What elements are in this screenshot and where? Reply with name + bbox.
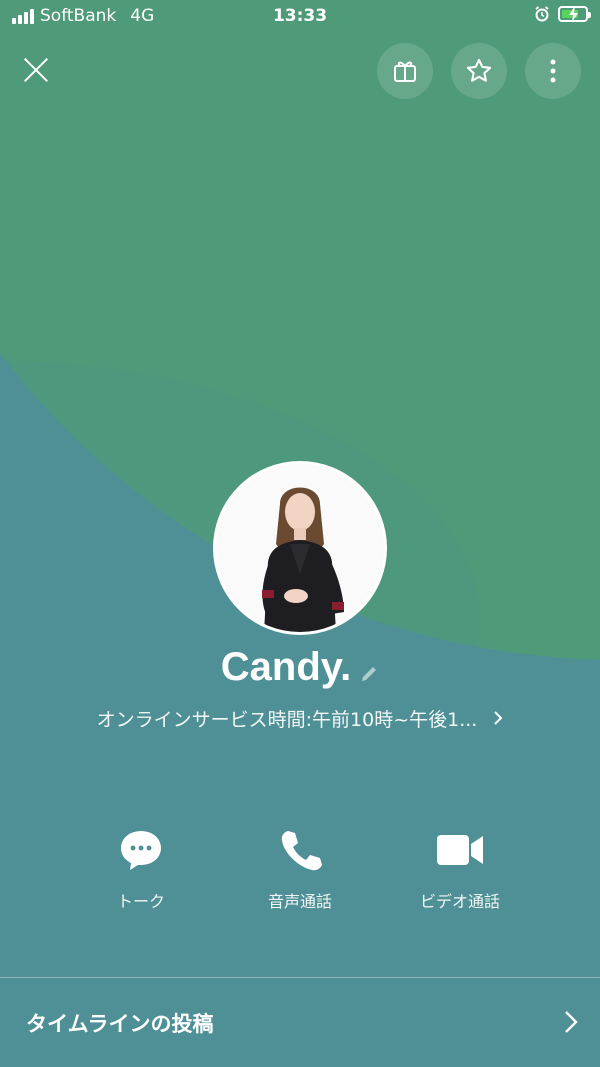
timeline-posts-row[interactable]: タイムラインの投稿 (0, 978, 600, 1067)
chevron-right-icon (564, 1010, 578, 1038)
profile-name: Candy. (220, 645, 352, 689)
video-call-label: ビデオ通話 (419, 892, 500, 911)
video-camera-icon (437, 835, 483, 865)
timeline-posts-label: タイムラインの投稿 (26, 1012, 214, 1036)
chat-bubble-icon (121, 831, 161, 870)
edit-pencil-icon[interactable] (359, 664, 379, 688)
status-bar: SoftBank 4G 13:33 (0, 0, 600, 34)
alarm-icon (535, 6, 549, 22)
close-button[interactable] (18, 52, 54, 88)
voice-call-label: 音声通話 (267, 892, 332, 911)
video-call-button[interactable]: ビデオ通話 (380, 826, 540, 912)
status-message-row[interactable]: オンラインサービス時間:午前10時~午後1... (0, 705, 600, 732)
status-message: オンラインサービス時間:午前10時~午後1... (96, 709, 478, 731)
more-button[interactable] (525, 43, 581, 99)
favorite-button[interactable] (451, 43, 507, 99)
gift-button[interactable] (377, 43, 433, 99)
star-icon (466, 58, 492, 82)
talk-label: トーク (116, 892, 165, 911)
status-right (534, 6, 591, 22)
more-vertical-icon (550, 59, 556, 83)
gift-icon (394, 61, 416, 82)
talk-button[interactable]: トーク (61, 826, 221, 912)
profile-avatar[interactable] (213, 461, 387, 635)
chevron-right-icon (487, 709, 503, 731)
battery-icon (558, 6, 591, 22)
voice-call-button[interactable]: 音声通話 (220, 826, 380, 912)
phone-icon (281, 831, 322, 871)
clock: 13:33 (272, 6, 328, 26)
avatar-photo (216, 464, 384, 632)
profile-name-row: Candy. (0, 645, 600, 690)
